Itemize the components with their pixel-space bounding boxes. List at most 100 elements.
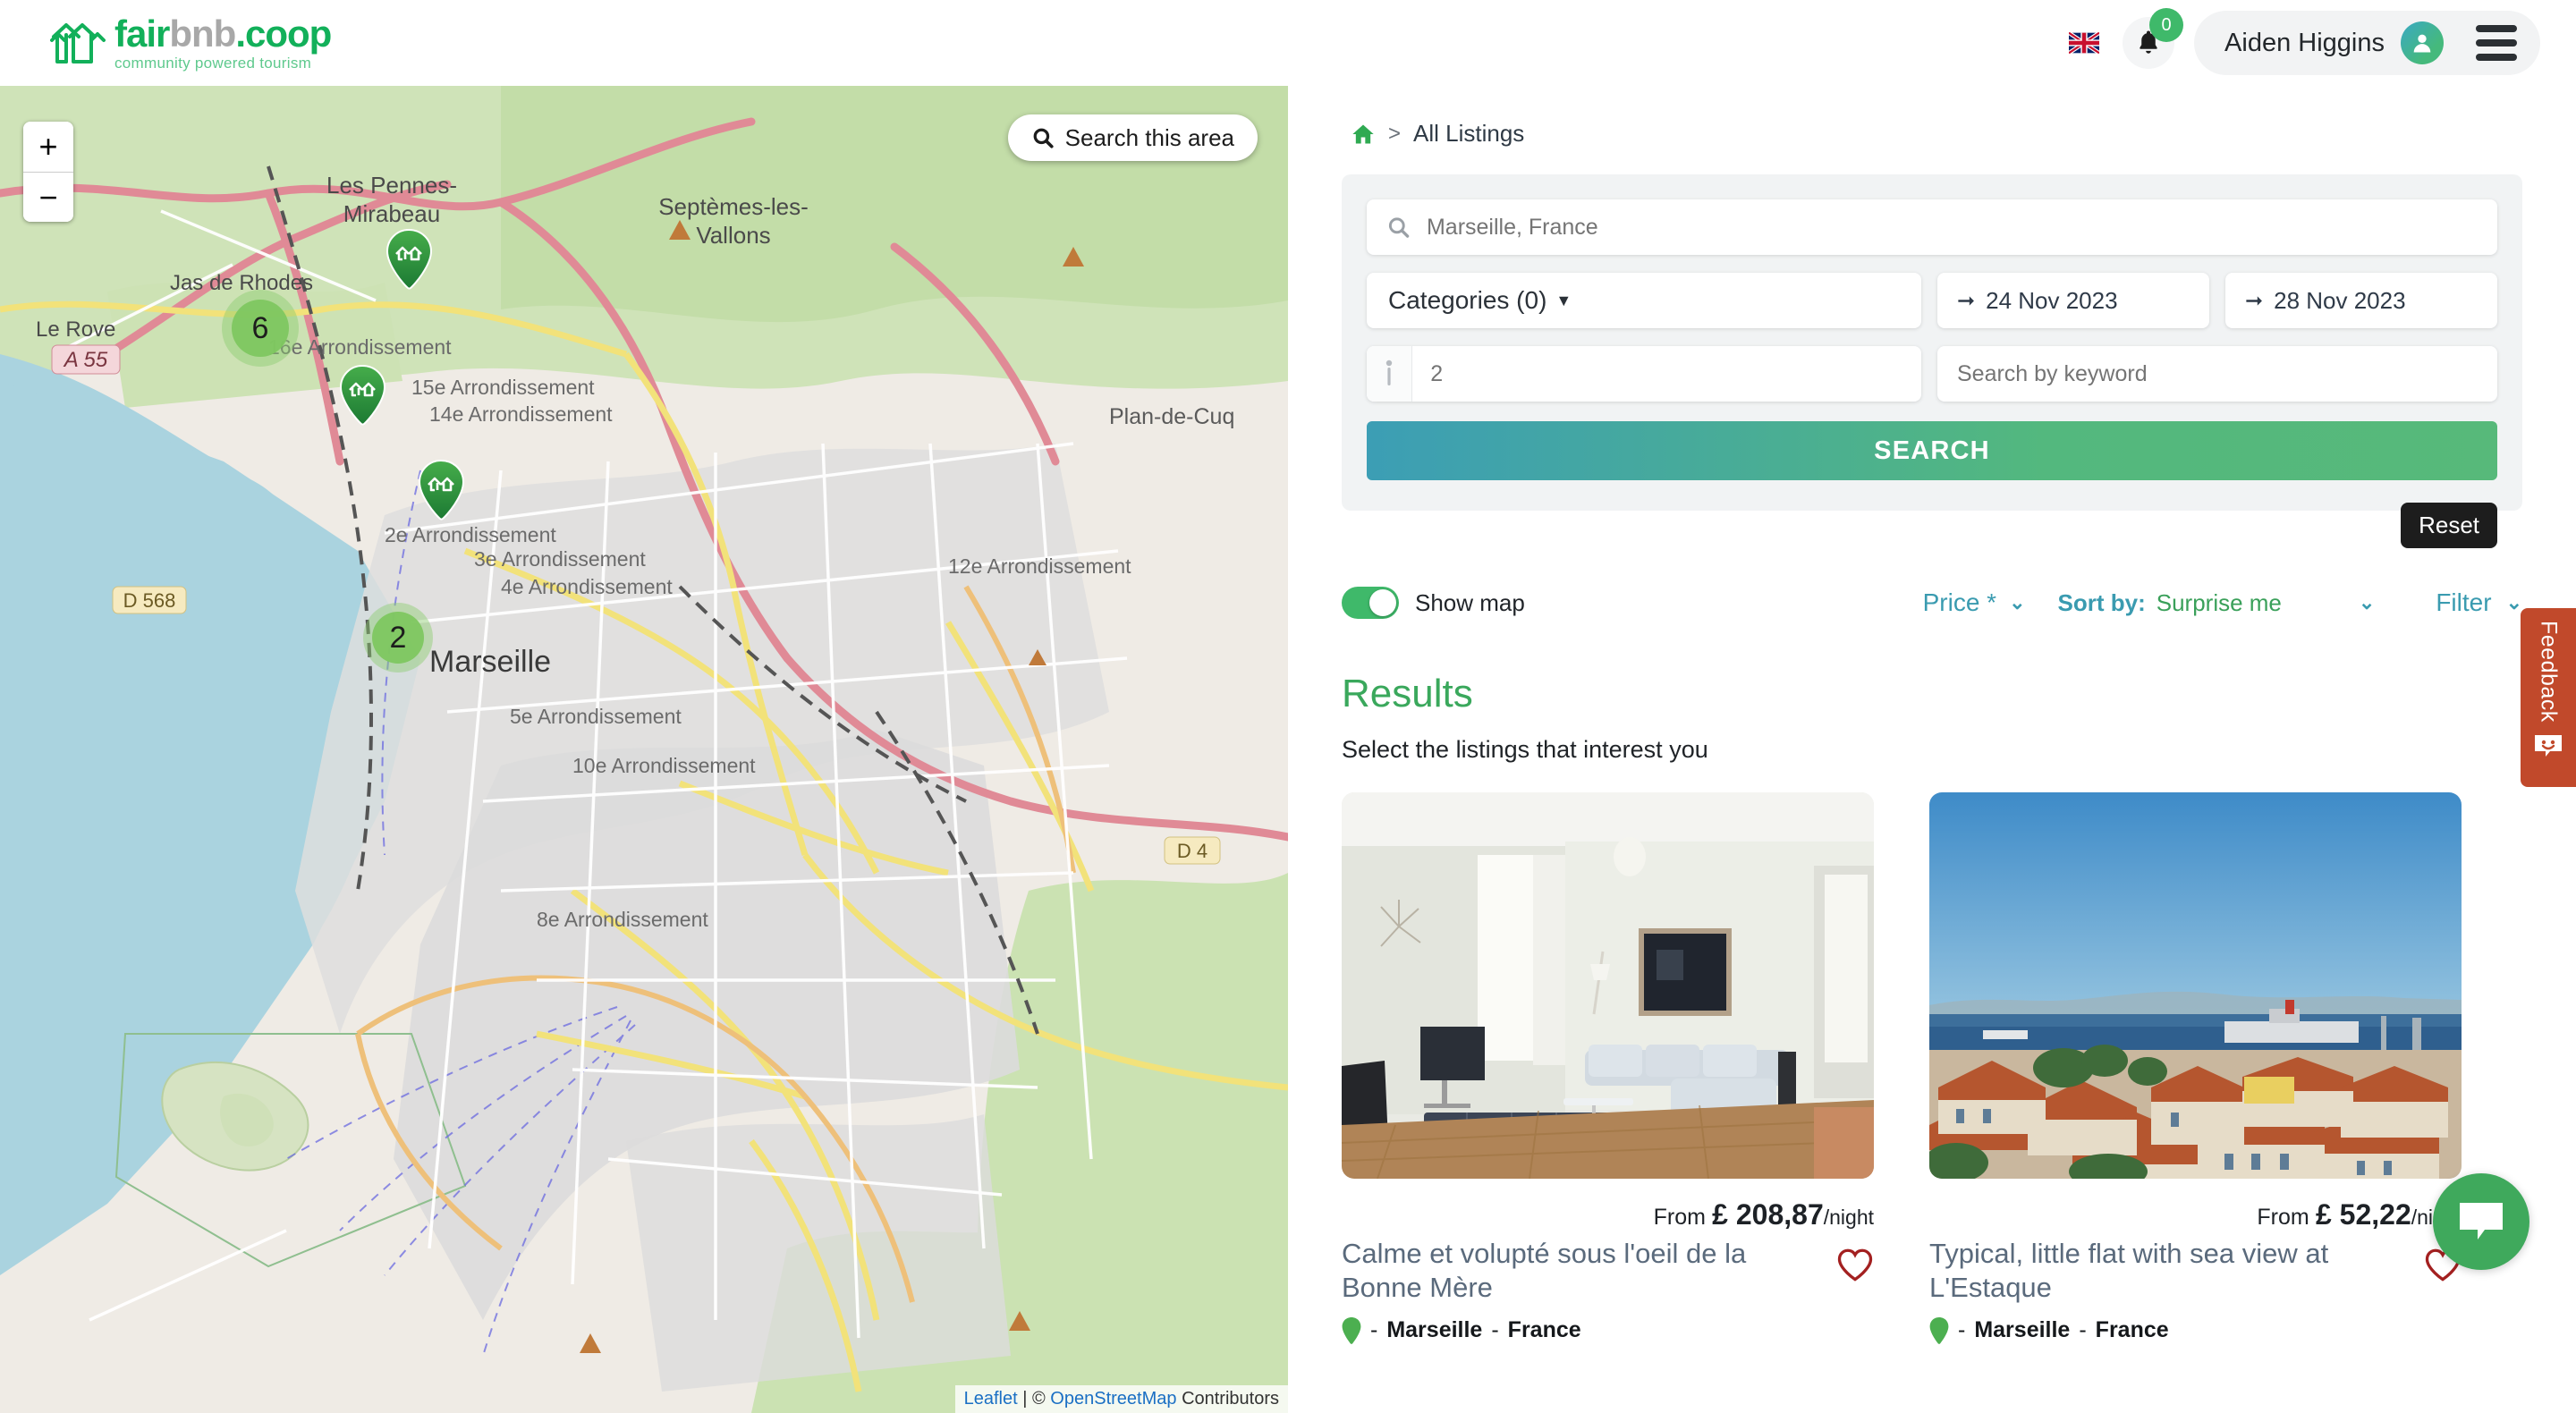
listing-card[interactable]: From £ 208,87/night Calme et volupté sou… [1342, 792, 1874, 1344]
filter-dropdown[interactable]: Filter ⌄ [2436, 588, 2522, 617]
search-this-area-button[interactable]: Search this area [1007, 114, 1258, 161]
listing-country: France [1507, 1317, 1581, 1343]
loc-dash-2: - [2079, 1317, 2087, 1343]
map-panel[interactable]: A 55 D 568 D 4 Les Pennes- Mirabeau Sept… [0, 86, 1288, 1413]
uk-flag-icon[interactable] [2069, 32, 2100, 54]
listing-body: Typical, little flat with sea view at L'… [1929, 1237, 2462, 1305]
sort-chevron-down-icon[interactable]: ⌄ [2359, 591, 2375, 614]
listing-title[interactable]: Typical, little flat with sea view at L'… [1929, 1237, 2410, 1305]
map-tiles: A 55 D 568 D 4 Les Pennes- Mirabeau Sept… [0, 86, 1288, 1413]
search-button[interactable]: SEARCH [1367, 421, 2497, 480]
listing-title[interactable]: Calme et volupté sous l'oeil de la Bonne… [1342, 1237, 1822, 1305]
guests-input[interactable] [1412, 360, 1921, 387]
user-menu[interactable]: Aiden Higgins [2194, 11, 2540, 75]
location-input[interactable] [1426, 214, 2478, 241]
fairbnb-house-logo-icon [50, 23, 106, 63]
map-pin-listing[interactable] [338, 364, 386, 426]
svg-text:12e Arrondissement: 12e Arrondissement [948, 554, 1131, 578]
person-icon [1367, 346, 1413, 402]
svg-text:15e Arrondissement: 15e Arrondissement [411, 376, 595, 399]
sort-by-dropdown[interactable]: Sort by: Surprise me [2058, 589, 2282, 617]
map-attribution: Leaflet | © OpenStreetMap Contributors [954, 1385, 1288, 1413]
map-pin-icon [386, 228, 433, 290]
smiley-chat-icon [2533, 733, 2563, 763]
show-map-toggle[interactable] [1342, 587, 1399, 619]
heart-outline-icon[interactable] [1836, 1246, 1874, 1283]
user-name: Aiden Higgins [2224, 28, 2385, 57]
svg-text:3e Arrondissement: 3e Arrondissement [474, 547, 646, 571]
listing-price: From £ 208,87/night [1342, 1198, 1874, 1231]
checkout-date-field[interactable]: ➞ 28 Nov 2023 [2225, 273, 2497, 328]
search-row-guests [1367, 346, 2497, 402]
guests-field[interactable] [1367, 346, 1921, 402]
svg-text:Le Rove: Le Rove [36, 317, 115, 342]
living-room-photo [1342, 792, 1874, 1179]
map-pin-listing[interactable] [385, 228, 433, 290]
sort-by-label: Sort by: [2057, 588, 2146, 616]
svg-text:D 568: D 568 [123, 589, 176, 612]
svg-text:Marseille: Marseille [429, 645, 551, 679]
breadcrumb-separator: > [1388, 121, 1402, 146]
listing-card[interactable]: From £ 52,22/night Typical, little flat … [1929, 792, 2462, 1344]
checkout-date: 28 Nov 2023 [2274, 286, 2406, 314]
price-per: /night [1823, 1206, 1874, 1229]
listing-photo-living-room[interactable] [1342, 792, 1874, 1179]
avatar[interactable] [2401, 21, 2444, 64]
map-cluster-6[interactable]: 6 [222, 290, 299, 367]
checkin-date: 24 Nov 2023 [1986, 286, 2118, 314]
zoom-in-button[interactable]: + [23, 122, 73, 172]
leaflet-link[interactable]: Leaflet [964, 1389, 1018, 1409]
svg-text:Vallons: Vallons [696, 222, 770, 249]
reset-button[interactable]: Reset [2401, 503, 2497, 548]
brand-logo[interactable]: fairbnb.coop community powered tourism [50, 15, 332, 71]
listing-city: Marseille [1974, 1317, 2071, 1343]
notifications-button[interactable]: 0 [2123, 8, 2184, 69]
svg-text:Mirabeau: Mirabeau [343, 200, 440, 227]
categories-dropdown[interactable]: Categories (0) ▼ [1367, 273, 1921, 328]
search-form: Categories (0) ▼ ➞ 24 Nov 2023 ➞ 28 Nov … [1342, 174, 2522, 548]
keyword-field[interactable] [1937, 346, 2497, 402]
svg-text:A 55: A 55 [63, 348, 108, 372]
logo-wordmark: fairbnb.coop [114, 15, 332, 53]
listing-photo-sea-view[interactable] [1929, 792, 2462, 1179]
home-icon[interactable] [1351, 122, 1376, 147]
search-icon [1033, 128, 1054, 148]
svg-text:8e Arrondissement: 8e Arrondissement [537, 908, 708, 931]
categories-label: Categories (0) [1388, 286, 1547, 314]
search-this-area-label: Search this area [1064, 123, 1234, 151]
zoom-out-button[interactable]: − [23, 172, 73, 222]
feedback-tab[interactable]: Feedback [2521, 608, 2576, 787]
search-icon [1388, 217, 1410, 238]
checkin-date-field[interactable]: ➞ 24 Nov 2023 [1937, 273, 2209, 328]
location-field[interactable] [1367, 199, 2497, 255]
listing-body: Calme et volupté sous l'oeil de la Bonne… [1342, 1237, 1874, 1305]
sea-view-rooftops-photo [1929, 792, 2462, 1179]
map-cluster-2[interactable]: 2 [363, 603, 433, 673]
app-header: fairbnb.coop community powered tourism 0… [0, 0, 2576, 86]
price-amount: £ 52,22 [2315, 1198, 2411, 1231]
map-pin-icon [418, 459, 465, 520]
show-map-label: Show map [1415, 588, 1525, 616]
sort-by-value: Surprise me [2156, 588, 2282, 616]
svg-text:Septèmes-les-: Septèmes-les- [658, 193, 809, 220]
price-label: Price * [1922, 588, 1997, 616]
sort-filter-group: Price * ⌄ Sort by: Surprise me ⌄ Filter … [1923, 588, 2522, 617]
keyword-input[interactable] [1957, 360, 2478, 387]
listing-city: Marseille [1386, 1317, 1483, 1343]
osm-link[interactable]: OpenStreetMap [1050, 1389, 1176, 1409]
chevron-down-icon: ▼ [1555, 291, 1572, 309]
price-from-label: From [1653, 1205, 1706, 1230]
feedback-label: Feedback [2536, 621, 2562, 723]
filter-label: Filter [2436, 588, 2492, 616]
svg-text:Les Pennes-: Les Pennes- [326, 172, 457, 199]
price-dropdown[interactable]: Price * ⌄ [1923, 588, 2026, 617]
hamburger-menu-icon[interactable] [2476, 25, 2517, 61]
results-control-bar: Show map Price * ⌄ Sort by: Surprise me … [1342, 580, 2522, 625]
chat-button[interactable] [2433, 1173, 2529, 1270]
header-actions: 0 Aiden Higgins [2069, 8, 2540, 75]
map-pin-listing[interactable] [417, 459, 465, 520]
breadcrumb-current[interactable]: All Listings [1413, 120, 1524, 148]
listing-location: - Marseille - France [1929, 1316, 2462, 1344]
chat-bubble-icon [2460, 1203, 2503, 1240]
listing-price: From £ 52,22/night [1929, 1198, 2462, 1231]
